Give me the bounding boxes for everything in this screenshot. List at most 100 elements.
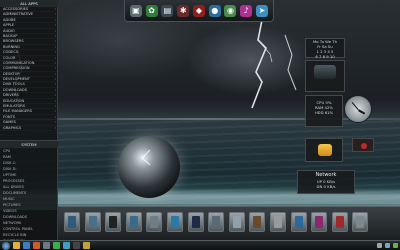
network-widget[interactable]: Network UP 0 KB/s DN 0 KB/s [297,170,355,194]
system-stats-list: CPU RAM DISK C: DISK D: UPTIME PROCESSES ALL D… [0,148,58,244]
battery-icon[interactable] [393,243,398,248]
widget-app-icon [318,144,332,156]
music-player-icon[interactable] [105,212,122,232]
sidebar-item[interactable]: GRAPHICS › [0,126,58,131]
calendar-widget[interactable]: Mo Tu We Th Fr Sa Su 1 2 3 4 56 7 8 9 10 [305,38,345,59]
tools-icon[interactable] [208,212,225,232]
tray-icons [377,243,398,248]
bottom-launcher [58,206,400,240]
music-icon[interactable]: ♪ [240,4,253,17]
globe-icon[interactable] [290,212,307,232]
chevron-right-icon: › [54,125,56,130]
terminal-icon[interactable] [73,242,80,249]
media-icon[interactable] [33,242,40,249]
settings-icon[interactable] [43,242,50,249]
camera-icon[interactable] [166,212,183,232]
weather-icon [314,65,336,79]
system-panel: SYSTEM CPU RAM DISK C: DISK D: UPTIME PROCESS… [0,140,58,243]
video-icon-glyph [150,216,159,228]
trash-icon[interactable] [352,212,369,232]
shield-icon[interactable]: ◆ [192,4,205,17]
tools-icon-glyph [212,216,221,228]
analog-clock [344,95,372,123]
palette-icon[interactable]: ✱ [177,4,190,17]
folder-icon-glyph [68,216,76,228]
left-sidebar: ALL APPS ACCESSORIES › ADMINISTRATIVE › ADOB… [0,0,58,243]
app-widget[interactable] [305,138,343,162]
sidebar-item-label: ACCESSORIES [3,7,29,11]
paint-icon[interactable] [311,212,328,232]
bird-icon[interactable]: ➤ [256,4,268,17]
notes-icon[interactable] [83,242,90,249]
ball-icon[interactable]: ◉ [224,4,237,17]
computer-icon[interactable]: ▣ [129,4,142,17]
system-monitor-lines: CPU 0% RAM 42% HDD 61% [306,96,342,115]
weather-widget[interactable] [305,60,345,92]
sidebar-item-label: DESKTOP [3,71,20,76]
disc-icon-glyph [253,216,262,228]
mail-icon[interactable] [331,212,348,232]
network-line: DN 0 KB/s [316,184,336,189]
sidebar-item-label: DEVELOPMENT [3,77,30,82]
apps-menu-list: ACCESSORIES › ADMINISTRATIVE › ADOBE › APPLE › A… [0,7,58,131]
sidebar-item-label: FILE MANAGERS [3,109,33,114]
sidebar-item-label: EMULATORS [3,104,26,109]
sidebar-item-label: GAMES [3,120,16,125]
sidebar-item-label: DRIVERS [3,93,19,98]
game-icon-glyph [191,216,200,228]
document-icon[interactable] [228,212,245,232]
network-tray-icon[interactable] [385,243,390,248]
video-icon[interactable] [146,212,163,232]
globe-icon[interactable]: ● [208,4,221,17]
launcher-icons [64,212,369,232]
document-icon-glyph [232,216,241,228]
sidebar-item-label: BACKUP [3,33,18,38]
disc-icon[interactable] [249,212,266,232]
system-monitor-line: HDD 61% [314,110,334,115]
start-button[interactable] [2,241,10,250]
sidebar-item-label: GRAPHICS [3,125,22,130]
download-icon[interactable] [269,212,286,232]
mail-icon-glyph [335,216,344,228]
sidebar-item-label: ADOBE [3,17,16,22]
image-icon[interactable] [125,212,142,232]
calendar-row: 6 7 8 9 10 [315,54,335,59]
sidebar-item-label: AUDIO [3,28,15,33]
sidebar-item-label: COLOR [3,55,16,60]
game-icon[interactable] [187,212,204,232]
system-monitor-widget[interactable]: CPU 0% RAM 42% HDD 61% [305,95,343,127]
camera-icon-glyph [170,216,179,228]
sidebar-item-label: DISK TOOLS [3,82,25,87]
explorer-icon[interactable] [13,242,20,249]
apps-menu: ALL APPS ACCESSORIES › ADMINISTRATIVE › ADOB… [0,0,58,135]
image-icon-glyph [129,216,138,228]
notification-widget[interactable] [352,138,374,152]
window-icon-glyph [88,216,97,228]
music-player-icon-glyph [109,216,118,228]
system-panel-header: SYSTEM [0,141,58,148]
sidebar-item-label: FONTS [3,114,16,119]
globe-icon-glyph [294,216,303,228]
taskbar-icons [13,242,90,249]
sidebar-item-label: EDUCATION [3,98,25,103]
window-icon[interactable] [84,212,101,232]
calendar-days: Mo Tu We Th Fr Sa Su 1 2 3 4 56 7 8 9 10 [306,39,344,59]
network-title: Network [315,172,337,178]
trash-icon-glyph [356,216,365,228]
volume-icon[interactable] [377,243,382,248]
photo-icon[interactable] [63,242,70,249]
download-icon-glyph [273,216,282,228]
top-dock: ▣ ✿ ▤ ✱ ◆ ● ◉ ♪ ➤ [124,0,274,22]
folder-icon[interactable] [64,212,80,232]
record-icon [361,143,367,149]
sidebar-item-label: CODECS [3,50,19,55]
browser-icon[interactable] [23,242,30,249]
chat-icon[interactable] [53,242,60,249]
display-icon[interactable]: ▤ [161,4,174,17]
clock-hour-hand [358,109,366,115]
sidebar-item-label: DOWNLOADS [3,87,27,92]
leaf-icon[interactable]: ✿ [145,4,158,17]
paint-icon-glyph [315,216,324,228]
apps-menu-header: ALL APPS [0,0,58,7]
sidebar-item-label: ADMINISTRATIVE [3,12,34,17]
